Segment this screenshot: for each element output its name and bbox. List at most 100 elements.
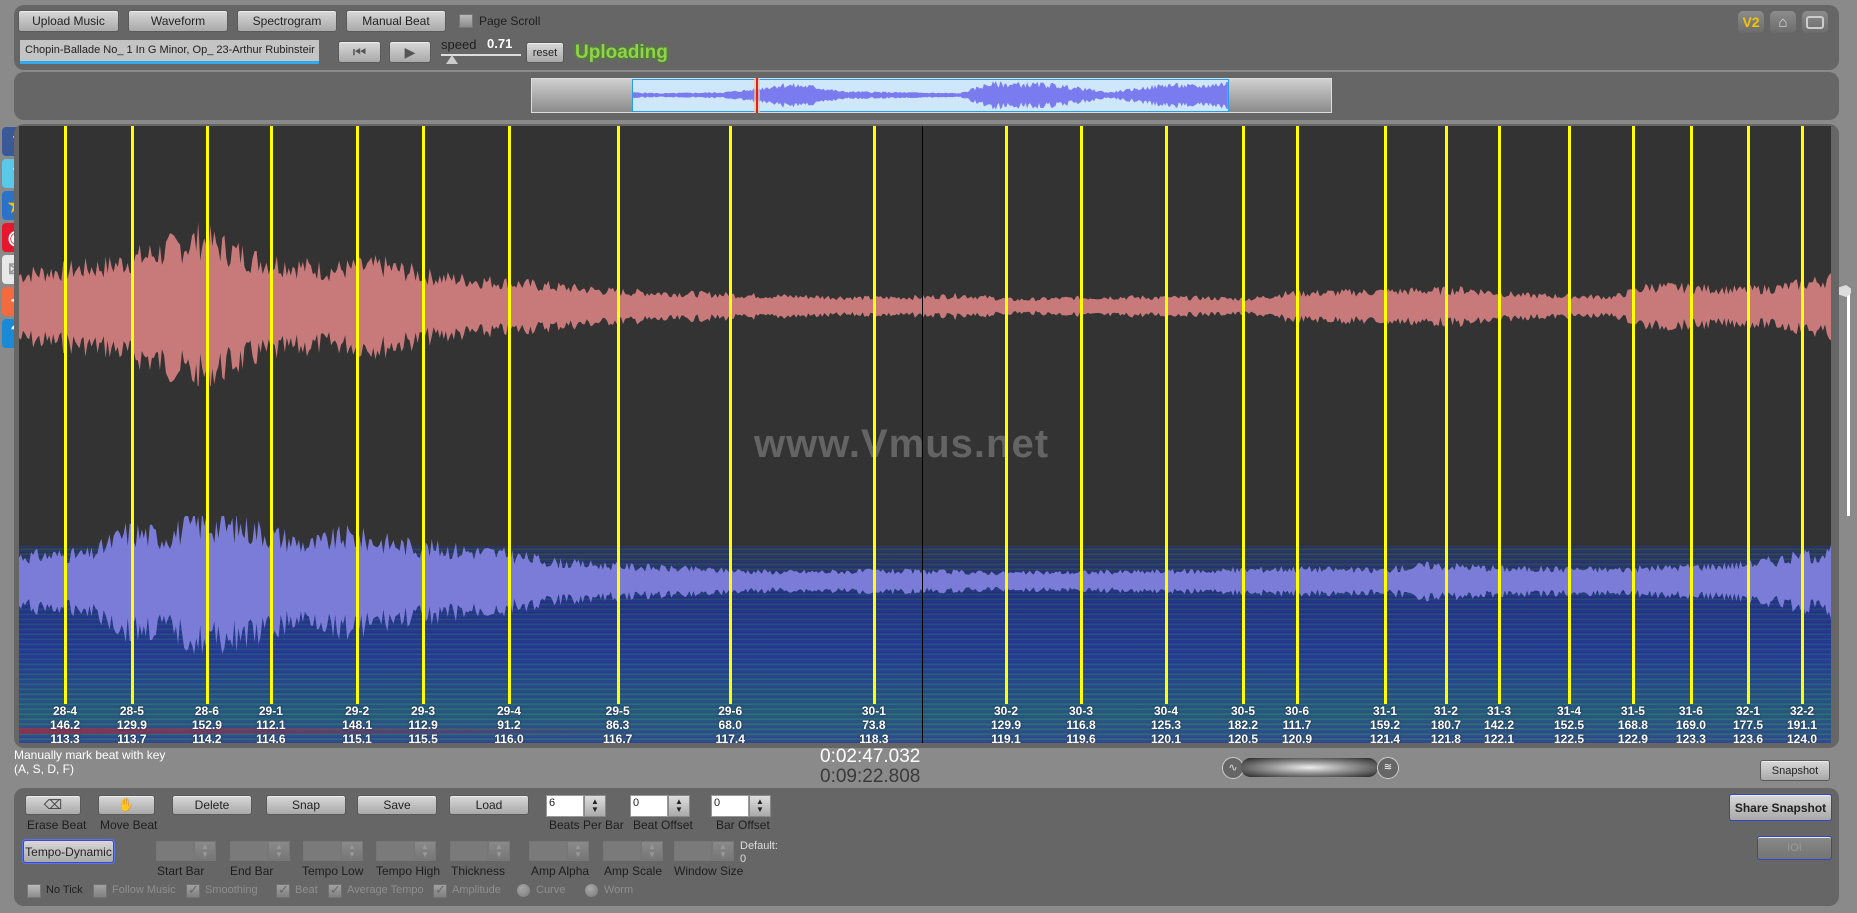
smoothing-checkbox[interactable]: [186, 882, 200, 898]
beat-id: 29-5: [605, 704, 630, 718]
window-size-arrows[interactable]: ▲ ▼: [712, 841, 734, 861]
beat-line[interactable]: [872, 126, 876, 704]
beat-offset-input[interactable]: 0: [630, 795, 668, 817]
beat-line[interactable]: [1004, 126, 1008, 704]
start-bar-input[interactable]: [156, 841, 194, 861]
worm-radio[interactable]: [585, 884, 598, 897]
beat-line[interactable]: [1498, 126, 1502, 704]
beat-line[interactable]: [1567, 126, 1571, 704]
skip-to-start-button[interactable]: ⏮: [338, 41, 381, 63]
beat-line[interactable]: [616, 126, 620, 704]
fullscreen-button[interactable]: [1802, 11, 1828, 33]
start-bar-stepper[interactable]: ▲ ▼: [156, 841, 216, 861]
window-size-input[interactable]: [674, 841, 712, 861]
beat-line[interactable]: [422, 126, 426, 704]
beats-per-bar-stepper[interactable]: 6 ▲ ▼: [546, 795, 606, 817]
speed-reset-button[interactable]: reset: [526, 42, 564, 63]
bar-offset-input[interactable]: 0: [711, 795, 749, 817]
beat-line[interactable]: [356, 126, 360, 704]
tempo-high-input[interactable]: [376, 841, 414, 861]
ioi-button[interactable]: IOI: [1757, 836, 1832, 860]
tempo-high-arrows[interactable]: ▲ ▼: [414, 841, 436, 861]
beats-per-bar-input[interactable]: 6: [546, 795, 584, 817]
beat-line[interactable]: [205, 126, 209, 704]
thickness-arrows[interactable]: ▲ ▼: [488, 841, 510, 861]
beat-line[interactable]: [130, 126, 134, 704]
delete-button[interactable]: Delete: [172, 795, 252, 815]
amp-scale-input[interactable]: [603, 841, 641, 861]
spectrogram-button[interactable]: Spectrogram: [237, 10, 337, 32]
beat-line[interactable]: [1080, 126, 1083, 704]
beat-line[interactable]: [269, 126, 273, 704]
tempo-low-arrows[interactable]: ▲ ▼: [341, 841, 363, 861]
snap-button[interactable]: Snap: [266, 795, 346, 815]
amp-alpha-input[interactable]: [529, 841, 567, 861]
version-badge[interactable]: V2: [1738, 11, 1764, 33]
beat-line[interactable]: [1384, 126, 1388, 704]
beat-checkbox[interactable]: [276, 882, 290, 898]
tempo-dynamic-blend-slider[interactable]: ∿ ≋: [1222, 757, 1399, 779]
beat-id: 30-2: [993, 704, 1018, 718]
amp-scale-arrows[interactable]: ▲ ▼: [641, 841, 663, 861]
playhead-line[interactable]: [922, 126, 924, 743]
bar-offset-stepper[interactable]: 0 ▲ ▼: [711, 795, 771, 817]
end-bar-stepper[interactable]: ▲ ▼: [230, 841, 290, 861]
window-size-stepper[interactable]: ▲ ▼: [674, 841, 734, 861]
tempo-low-stepper[interactable]: ▲ ▼: [303, 841, 363, 861]
home-button[interactable]: ⌂: [1770, 11, 1796, 33]
amplitude-checkbox[interactable]: [433, 882, 447, 898]
beat-line[interactable]: [1689, 126, 1693, 704]
save-button[interactable]: Save: [357, 795, 437, 815]
beat-line[interactable]: [1296, 126, 1299, 704]
beat-offset-arrows[interactable]: ▲ ▼: [668, 795, 690, 817]
beat-line[interactable]: [1444, 126, 1448, 704]
tempo-dynamic-button[interactable]: Tempo-Dynamic: [23, 840, 114, 863]
overview-track[interactable]: [531, 78, 1332, 113]
snapshot-button[interactable]: Snapshot: [1760, 760, 1830, 781]
page-scroll-checkbox[interactable]: [459, 14, 473, 28]
beat-line[interactable]: [729, 126, 733, 704]
beat-label: 30-3 116.8 119.6: [1051, 704, 1111, 743]
beat-line[interactable]: [1164, 126, 1168, 704]
end-bar-input[interactable]: [230, 841, 268, 861]
thickness-input[interactable]: [450, 841, 488, 861]
upload-music-button[interactable]: Upload Music: [18, 10, 119, 32]
waveform-button[interactable]: Waveform: [128, 10, 228, 32]
beat-visualization-area[interactable]: www.Vmus.net 28-4 146.2 113.3 28-5 129.9 113.…: [19, 126, 1831, 743]
beat-tempo: 152.9: [191, 718, 222, 732]
beat-line[interactable]: [1801, 126, 1804, 704]
beat-line[interactable]: [1242, 126, 1245, 704]
beat-line[interactable]: [1631, 126, 1635, 704]
share-snapshot-button[interactable]: Share Snapshot: [1729, 794, 1832, 821]
average-tempo-checkbox[interactable]: [328, 882, 342, 898]
thickness-stepper[interactable]: ▲ ▼: [450, 841, 510, 861]
speed-slider-handle[interactable]: [446, 55, 458, 64]
overview-selection[interactable]: [631, 79, 1229, 112]
start-bar-arrows[interactable]: ▲ ▼: [194, 841, 216, 861]
vertical-zoom-slider-track[interactable]: [1847, 290, 1850, 516]
amp-alpha-stepper[interactable]: ▲ ▼: [529, 841, 589, 861]
bar-offset-arrows[interactable]: ▲ ▼: [749, 795, 771, 817]
amplitude-waveform-shape: [19, 222, 1831, 386]
tempo-low-input[interactable]: [303, 841, 341, 861]
beat-line[interactable]: [507, 126, 511, 704]
no-tick-checkbox[interactable]: [27, 884, 41, 898]
beat-line[interactable]: [1747, 126, 1750, 704]
load-button[interactable]: Load: [449, 795, 529, 815]
move-beat-button[interactable]: ✋: [98, 795, 155, 815]
blend-slider-track[interactable]: [1241, 758, 1378, 777]
erase-beat-button[interactable]: ⌫: [25, 795, 81, 815]
overview-playhead[interactable]: [753, 78, 760, 113]
beats-per-bar-arrows[interactable]: ▲ ▼: [584, 795, 606, 817]
beat-line[interactable]: [64, 126, 68, 704]
amp-scale-stepper[interactable]: ▲ ▼: [603, 841, 663, 861]
file-name-field[interactable]: Chopin-Ballade No_ 1 In G Minor, Op_ 23-…: [20, 40, 319, 64]
amp-alpha-arrows[interactable]: ▲ ▼: [567, 841, 589, 861]
beat-offset-stepper[interactable]: 0 ▲ ▼: [630, 795, 690, 817]
follow-music-checkbox[interactable]: [93, 884, 107, 898]
end-bar-arrows[interactable]: ▲ ▼: [268, 841, 290, 861]
play-button[interactable]: ▶: [389, 41, 431, 63]
tempo-high-stepper[interactable]: ▲ ▼: [376, 841, 436, 861]
curve-radio[interactable]: [517, 884, 530, 897]
manual-beat-button[interactable]: Manual Beat: [346, 10, 446, 32]
